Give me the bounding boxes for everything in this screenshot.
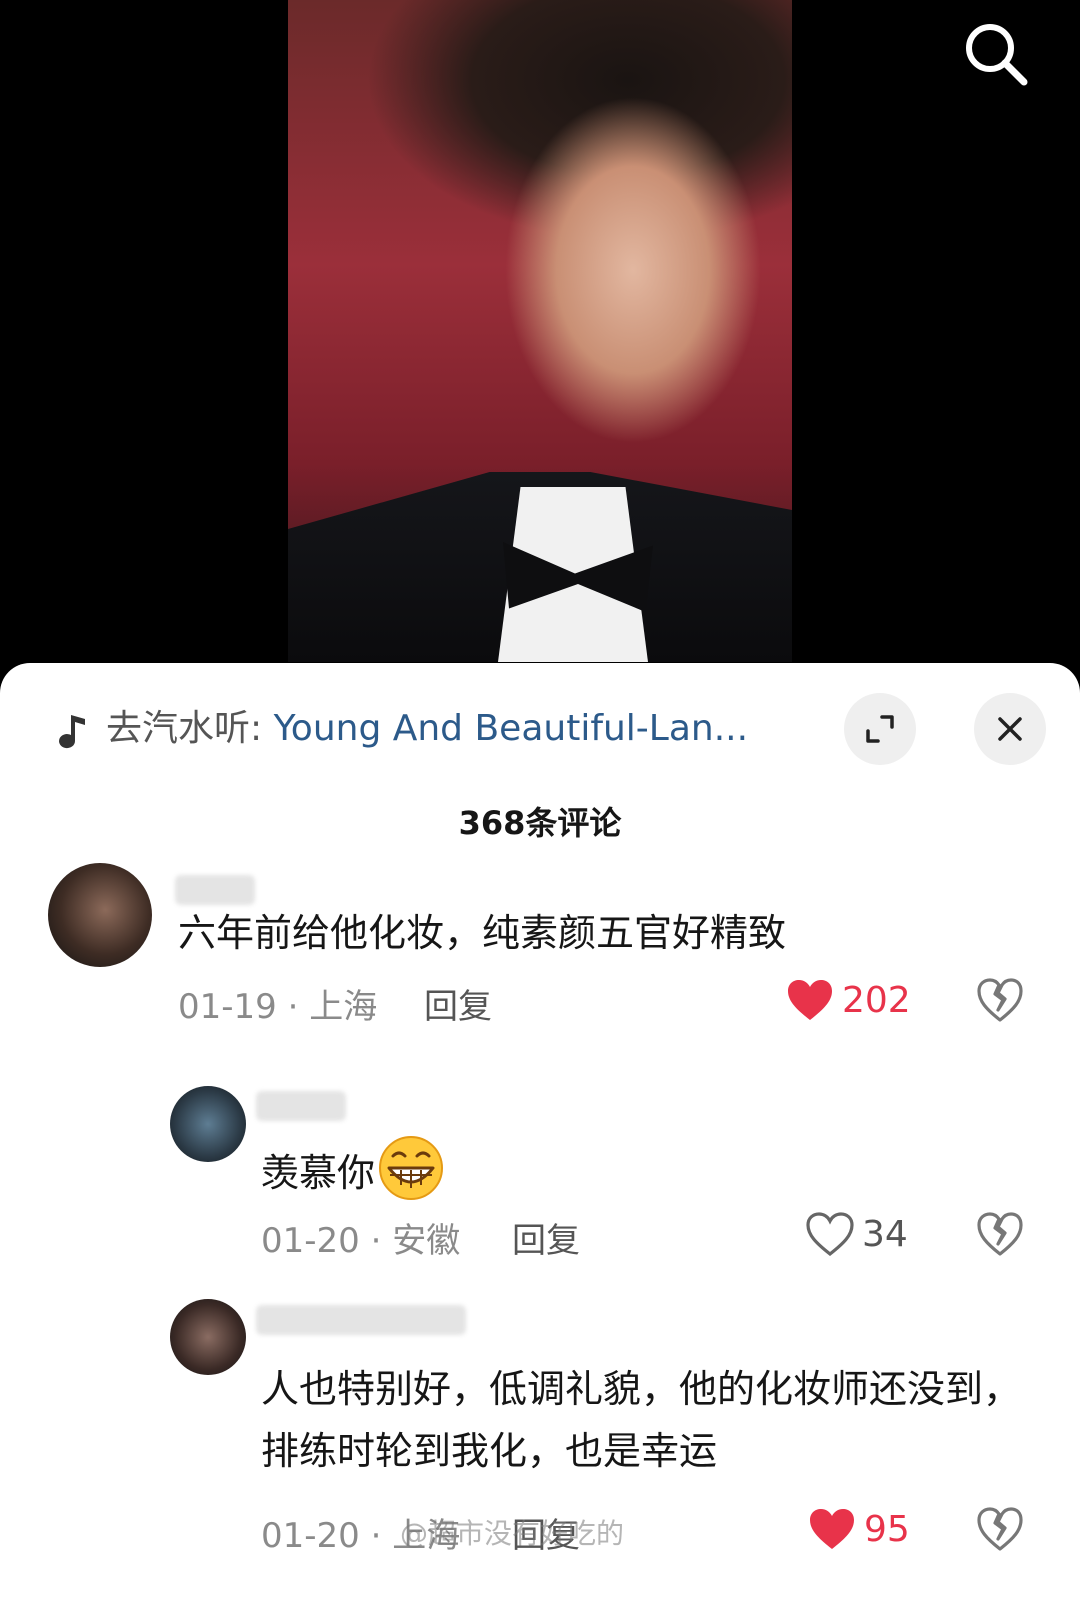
video-area[interactable] bbox=[0, 0, 1080, 680]
like-count: 34 bbox=[862, 1213, 908, 1255]
like-button[interactable]: 202 bbox=[786, 975, 911, 1025]
music-link[interactable]: 去汽水听: Young And Beautiful-Lan... bbox=[106, 705, 748, 753]
comment-text: 羡慕你 bbox=[261, 1134, 961, 1204]
like-count: 202 bbox=[842, 979, 911, 1021]
comment-text-content: 羡慕你 bbox=[261, 1151, 376, 1195]
close-icon bbox=[998, 717, 1022, 741]
music-prefix: 去汽水听: bbox=[106, 708, 274, 749]
broken-heart-icon bbox=[977, 1212, 1023, 1256]
avatar[interactable] bbox=[48, 863, 152, 967]
heart-icon bbox=[788, 980, 832, 1020]
broken-heart-icon bbox=[977, 978, 1023, 1022]
comment-date-location: 01-20 · 安徽 bbox=[261, 1221, 461, 1261]
comment-sheet: 去汽水听: Young And Beautiful-Lan... 368条评论 … bbox=[0, 663, 1080, 1606]
heart-icon bbox=[810, 1509, 854, 1549]
music-note-icon bbox=[59, 715, 85, 749]
username-blurred[interactable] bbox=[256, 1091, 346, 1121]
search-button[interactable] bbox=[960, 18, 1032, 90]
like-button[interactable]: 95 bbox=[808, 1504, 910, 1554]
close-button[interactable] bbox=[974, 693, 1046, 765]
music-song-title: Young And Beautiful-Lan... bbox=[273, 708, 749, 749]
expand-icon bbox=[866, 715, 894, 743]
dislike-button[interactable] bbox=[976, 977, 1024, 1023]
avatar[interactable] bbox=[170, 1086, 246, 1162]
like-button[interactable]: 34 bbox=[806, 1209, 908, 1259]
like-count: 95 bbox=[864, 1508, 910, 1550]
heart-icon bbox=[806, 1212, 854, 1256]
music-bar: 去汽水听: Young And Beautiful-Lan... bbox=[48, 693, 1048, 765]
comment-count: 368条评论 bbox=[458, 804, 622, 842]
grinning-face-icon bbox=[379, 1136, 444, 1200]
dislike-button[interactable] bbox=[976, 1506, 1024, 1552]
avatar[interactable] bbox=[170, 1299, 246, 1375]
comment-date-location: 01-19 · 上海 bbox=[178, 987, 378, 1027]
video-frame[interactable] bbox=[288, 0, 792, 662]
reply-button[interactable]: 回复 bbox=[512, 1213, 580, 1262]
watermark: @超市没有好吃的 bbox=[400, 1517, 625, 1550]
search-icon bbox=[966, 24, 1028, 86]
comment-text: 六年前给他化妆，纯素颜五官好精致 bbox=[178, 911, 787, 955]
broken-heart-icon bbox=[977, 1507, 1023, 1551]
dislike-button[interactable] bbox=[976, 1211, 1024, 1257]
reply-button[interactable]: 回复 bbox=[424, 979, 492, 1028]
expand-button[interactable] bbox=[844, 693, 916, 765]
comment-text: 人也特别好，低调礼貌，他的化妆师还没到，排练时轮到我化，也是幸运 bbox=[261, 1367, 1022, 1473]
username-blurred[interactable] bbox=[175, 875, 255, 905]
username-blurred[interactable] bbox=[256, 1305, 466, 1335]
